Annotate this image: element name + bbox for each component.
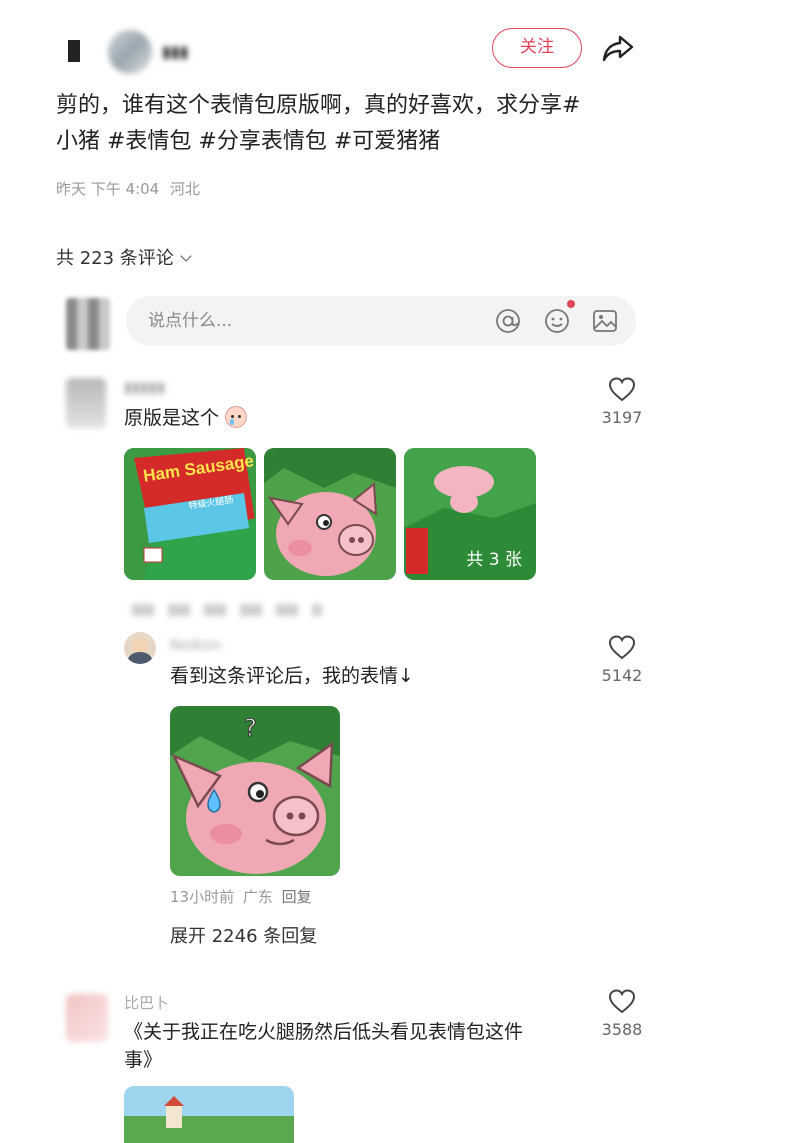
post-text-line-1: 剪的，谁有这个表情包原版啊，真的好喜欢，求分享#: [56, 93, 581, 118]
comment-image-3[interactable]: 共 3 张: [404, 448, 536, 580]
comment-text-line-2: 事》: [124, 1049, 163, 1071]
comment-text-line-1: 《关于我正在吃火腿肠然后低头看见表情包这件: [124, 1021, 524, 1043]
back-button[interactable]: [68, 40, 80, 62]
post-text-line-2: 小猪 #表情包 #分享表情包 #可爱猪猪: [56, 129, 441, 154]
reply-image[interactable]: ?: [170, 706, 340, 876]
heart-icon[interactable]: [608, 634, 636, 660]
like-count: 5142: [601, 666, 643, 685]
image-icon[interactable]: [592, 308, 618, 334]
expand-replies-link[interactable]: 展开 2246 条回复: [170, 922, 317, 948]
crying-emoji-icon: [225, 406, 248, 428]
reply-author[interactable]: Nelkon: [170, 636, 221, 654]
chevron-down-icon: [180, 250, 192, 262]
redacted-row: [132, 604, 322, 616]
post-time: 昨天 下午 4:04: [56, 180, 160, 198]
author-avatar[interactable]: [108, 30, 152, 74]
like-count: 3197: [601, 408, 643, 427]
comment-count-toggle[interactable]: 共 223 条评论: [56, 244, 192, 270]
reply-meta: 13小时前 广东 回复: [170, 886, 312, 907]
sausage-package-image: Ham Sausage King 特级火腿肠: [124, 448, 256, 580]
reply-location: 广东: [242, 888, 273, 906]
notification-dot: [567, 300, 575, 308]
comment-count-label: 共 223 条评论: [56, 248, 174, 269]
comment-image-2[interactable]: [264, 448, 396, 580]
post-location: 河北: [170, 180, 201, 198]
like-count: 3588: [601, 1020, 643, 1039]
comment-image-1[interactable]: [124, 1086, 294, 1143]
reply-text: 看到这条评论后，我的表情↓: [170, 665, 414, 687]
share-icon[interactable]: [600, 30, 636, 66]
farm-house-image: [124, 1086, 294, 1143]
author-name[interactable]: ▮▮▮: [162, 42, 188, 61]
post-text: 剪的，谁有这个表情包原版啊，真的好喜欢，求分享# 小猪 #表情包 #分享表情包 …: [56, 88, 656, 160]
at-icon[interactable]: [495, 308, 521, 334]
comment-text: 《关于我正在吃火腿肠然后低头看见表情包这件 事》: [124, 1018, 594, 1074]
more-images-badge: 共 3 张: [466, 550, 522, 570]
svg-text:?: ?: [244, 714, 257, 742]
comment-avatar[interactable]: [66, 378, 106, 428]
comment-image-1[interactable]: Ham Sausage King 特级火腿肠: [124, 448, 256, 580]
confused-pig-image: ?: [170, 706, 340, 876]
comment-author[interactable]: 比巴卜: [124, 992, 169, 1013]
reply-avatar[interactable]: [124, 632, 156, 664]
comment-avatar[interactable]: [66, 994, 108, 1042]
emoji-icon[interactable]: [544, 308, 570, 334]
post-meta: 昨天 下午 4:04 河北: [56, 178, 200, 199]
reply-button[interactable]: 回复: [282, 888, 312, 906]
pig-cartoon-image: [264, 448, 396, 580]
my-avatar: [66, 298, 110, 350]
heart-icon[interactable]: [608, 376, 636, 402]
heart-icon[interactable]: [608, 988, 636, 1014]
reply-time: 13小时前: [170, 888, 235, 906]
comment-text: 原版是这个: [124, 404, 248, 432]
comment-author[interactable]: ▮▮▮▮▮: [124, 378, 165, 396]
follow-button[interactable]: 关注: [492, 28, 582, 68]
post-header: ▮▮▮ 关注: [0, 18, 786, 78]
